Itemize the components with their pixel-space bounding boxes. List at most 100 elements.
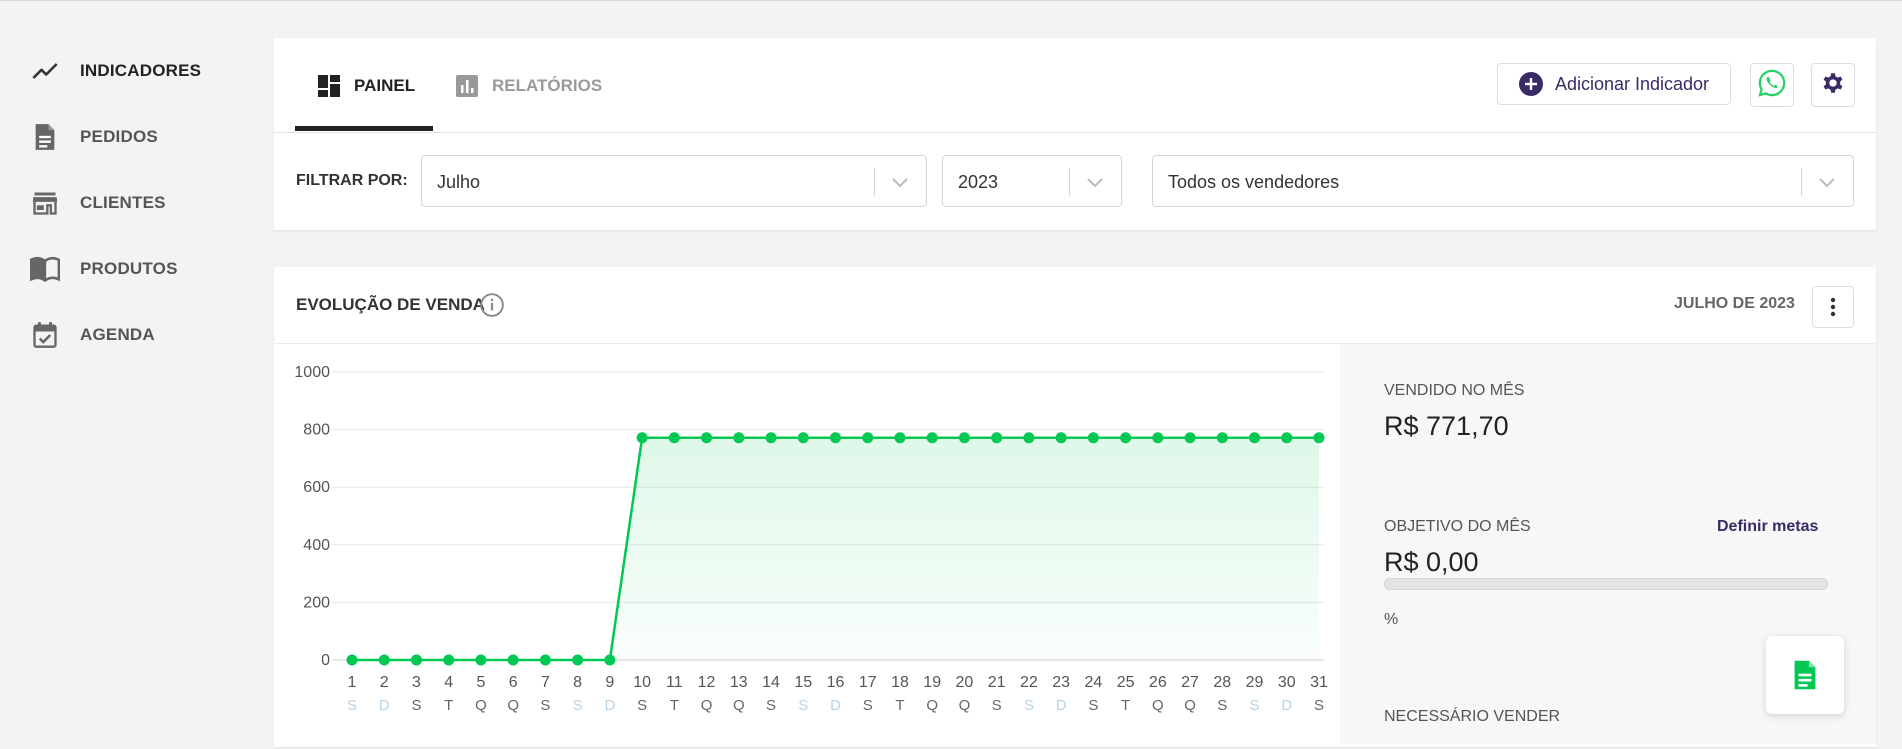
data-point[interactable]	[1249, 432, 1261, 444]
year-select[interactable]: 2023	[942, 155, 1122, 207]
x-tick-day: 25	[1117, 674, 1135, 691]
x-tick-day: 24	[1084, 674, 1102, 691]
sold-label: VENDIDO NO MÊS	[1384, 382, 1525, 399]
x-tick-day: 30	[1278, 674, 1296, 691]
sales-card-header: EVOLUÇÃO DE VENDA JULHO DE 2023	[274, 267, 1876, 344]
document-icon	[1794, 660, 1816, 690]
month-select[interactable]: Julho	[421, 155, 927, 207]
x-tick-day: 16	[827, 674, 845, 691]
x-tick-weekday: Q	[701, 697, 713, 714]
x-tick-day: 15	[794, 674, 812, 691]
info-icon[interactable]	[479, 292, 505, 318]
sellers-select[interactable]: Todos os vendedores	[1152, 155, 1854, 207]
month-select-value: Julho	[437, 172, 481, 192]
data-point[interactable]	[926, 432, 938, 444]
year-select-value: 2023	[958, 172, 999, 192]
data-point[interactable]	[1313, 432, 1325, 444]
x-tick-weekday: S	[1024, 697, 1034, 714]
x-tick-weekday: T	[895, 697, 904, 714]
goal-progress-bar	[1384, 578, 1828, 590]
data-point[interactable]	[733, 432, 745, 444]
x-tick-weekday: S	[766, 697, 776, 714]
tab-relatorios[interactable]: RELATÓRIOS	[454, 66, 602, 106]
data-point[interactable]	[604, 654, 616, 666]
goal-label: OBJETIVO DO MÊS	[1384, 518, 1531, 535]
filter-label: FILTRAR POR:	[296, 172, 408, 189]
x-tick-weekday: Q	[507, 697, 519, 714]
sales-chart: 0 200 400 600 800 1000 1 S 2 D 3 S 4 T 5 Q 6 Q 7 S 8 S 9 D 10 S 1…	[274, 344, 1340, 744]
x-tick-weekday: T	[444, 697, 453, 714]
data-point[interactable]	[1152, 432, 1164, 444]
data-point[interactable]	[1281, 432, 1293, 444]
data-point[interactable]	[1216, 432, 1228, 444]
more-options-button[interactable]	[1812, 286, 1854, 328]
x-tick-weekday: S	[798, 697, 808, 714]
plus-circle-icon	[1518, 72, 1543, 96]
store-icon	[30, 188, 60, 218]
sidebar-item-agenda[interactable]: AGENDA	[30, 315, 155, 355]
data-point[interactable]	[862, 432, 874, 444]
sidebar-item-produtos[interactable]: PRODUTOS	[30, 249, 178, 289]
chevron-down-icon	[1087, 178, 1103, 188]
series-area	[352, 437, 1319, 660]
select-separator	[1069, 168, 1070, 196]
data-point[interactable]	[1055, 432, 1067, 444]
data-point[interactable]	[1120, 432, 1132, 444]
sidebar: INDICADORES PEDIDOS CLIENTES PRODUTOS AG…	[0, 0, 270, 735]
export-report-button[interactable]	[1766, 636, 1844, 714]
data-point[interactable]	[958, 432, 970, 444]
x-tick-day: 1	[348, 674, 357, 691]
data-point[interactable]	[475, 654, 487, 666]
sidebar-item-indicadores[interactable]: INDICADORES	[30, 51, 201, 91]
y-tick-label: 0	[321, 652, 330, 669]
data-point[interactable]	[539, 654, 551, 666]
add-indicator-button[interactable]: Adicionar Indicador	[1497, 63, 1731, 105]
x-tick-weekday: D	[830, 697, 841, 714]
trending-up-icon	[30, 56, 60, 86]
dashboard-icon	[316, 73, 342, 99]
data-point[interactable]	[668, 432, 680, 444]
set-goals-link[interactable]: Definir metas	[1717, 518, 1818, 536]
x-tick-weekday: D	[1281, 697, 1292, 714]
data-point[interactable]	[410, 654, 422, 666]
x-tick-day: 31	[1310, 674, 1328, 691]
data-point[interactable]	[797, 432, 809, 444]
data-point[interactable]	[765, 432, 777, 444]
data-point[interactable]	[443, 654, 455, 666]
data-point[interactable]	[1023, 432, 1035, 444]
x-tick-weekday: S	[1250, 697, 1260, 714]
x-tick-weekday: S	[637, 697, 647, 714]
data-point[interactable]	[701, 432, 713, 444]
x-tick-day: 21	[988, 674, 1006, 691]
tab-label: RELATÓRIOS	[492, 76, 603, 95]
data-point[interactable]	[1184, 432, 1196, 444]
data-point[interactable]	[1087, 432, 1099, 444]
settings-button[interactable]	[1811, 63, 1855, 107]
whatsapp-button[interactable]	[1750, 63, 1794, 107]
tab-bar: PAINEL RELATÓRIOS Adicionar Indicador	[274, 38, 1876, 133]
x-tick-weekday: S	[347, 697, 357, 714]
kebab-icon	[1830, 297, 1836, 317]
tab-painel[interactable]: PAINEL	[316, 66, 415, 106]
sidebar-item-label: PRODUTOS	[80, 259, 178, 278]
data-point[interactable]	[507, 654, 519, 666]
data-point[interactable]	[894, 432, 906, 444]
x-tick-day: 28	[1213, 674, 1231, 691]
sidebar-item-clientes[interactable]: CLIENTES	[30, 183, 166, 223]
sold-value: R$ 771,70	[1384, 411, 1509, 441]
data-point[interactable]	[378, 654, 390, 666]
dashboard-header-card: PAINEL RELATÓRIOS Adicionar Indicador FI…	[274, 38, 1876, 230]
x-tick-day: 23	[1052, 674, 1070, 691]
x-tick-weekday: Q	[1184, 697, 1196, 714]
x-tick-weekday: S	[1088, 697, 1098, 714]
data-point[interactable]	[636, 432, 648, 444]
x-tick-weekday: S	[540, 697, 550, 714]
data-point[interactable]	[346, 654, 358, 666]
x-tick-weekday: S	[573, 697, 583, 714]
x-tick-weekday: D	[604, 697, 615, 714]
data-point[interactable]	[991, 432, 1003, 444]
sidebar-item-pedidos[interactable]: PEDIDOS	[30, 117, 158, 157]
data-point[interactable]	[572, 654, 584, 666]
data-point[interactable]	[830, 432, 841, 444]
x-tick-day: 19	[923, 674, 941, 691]
